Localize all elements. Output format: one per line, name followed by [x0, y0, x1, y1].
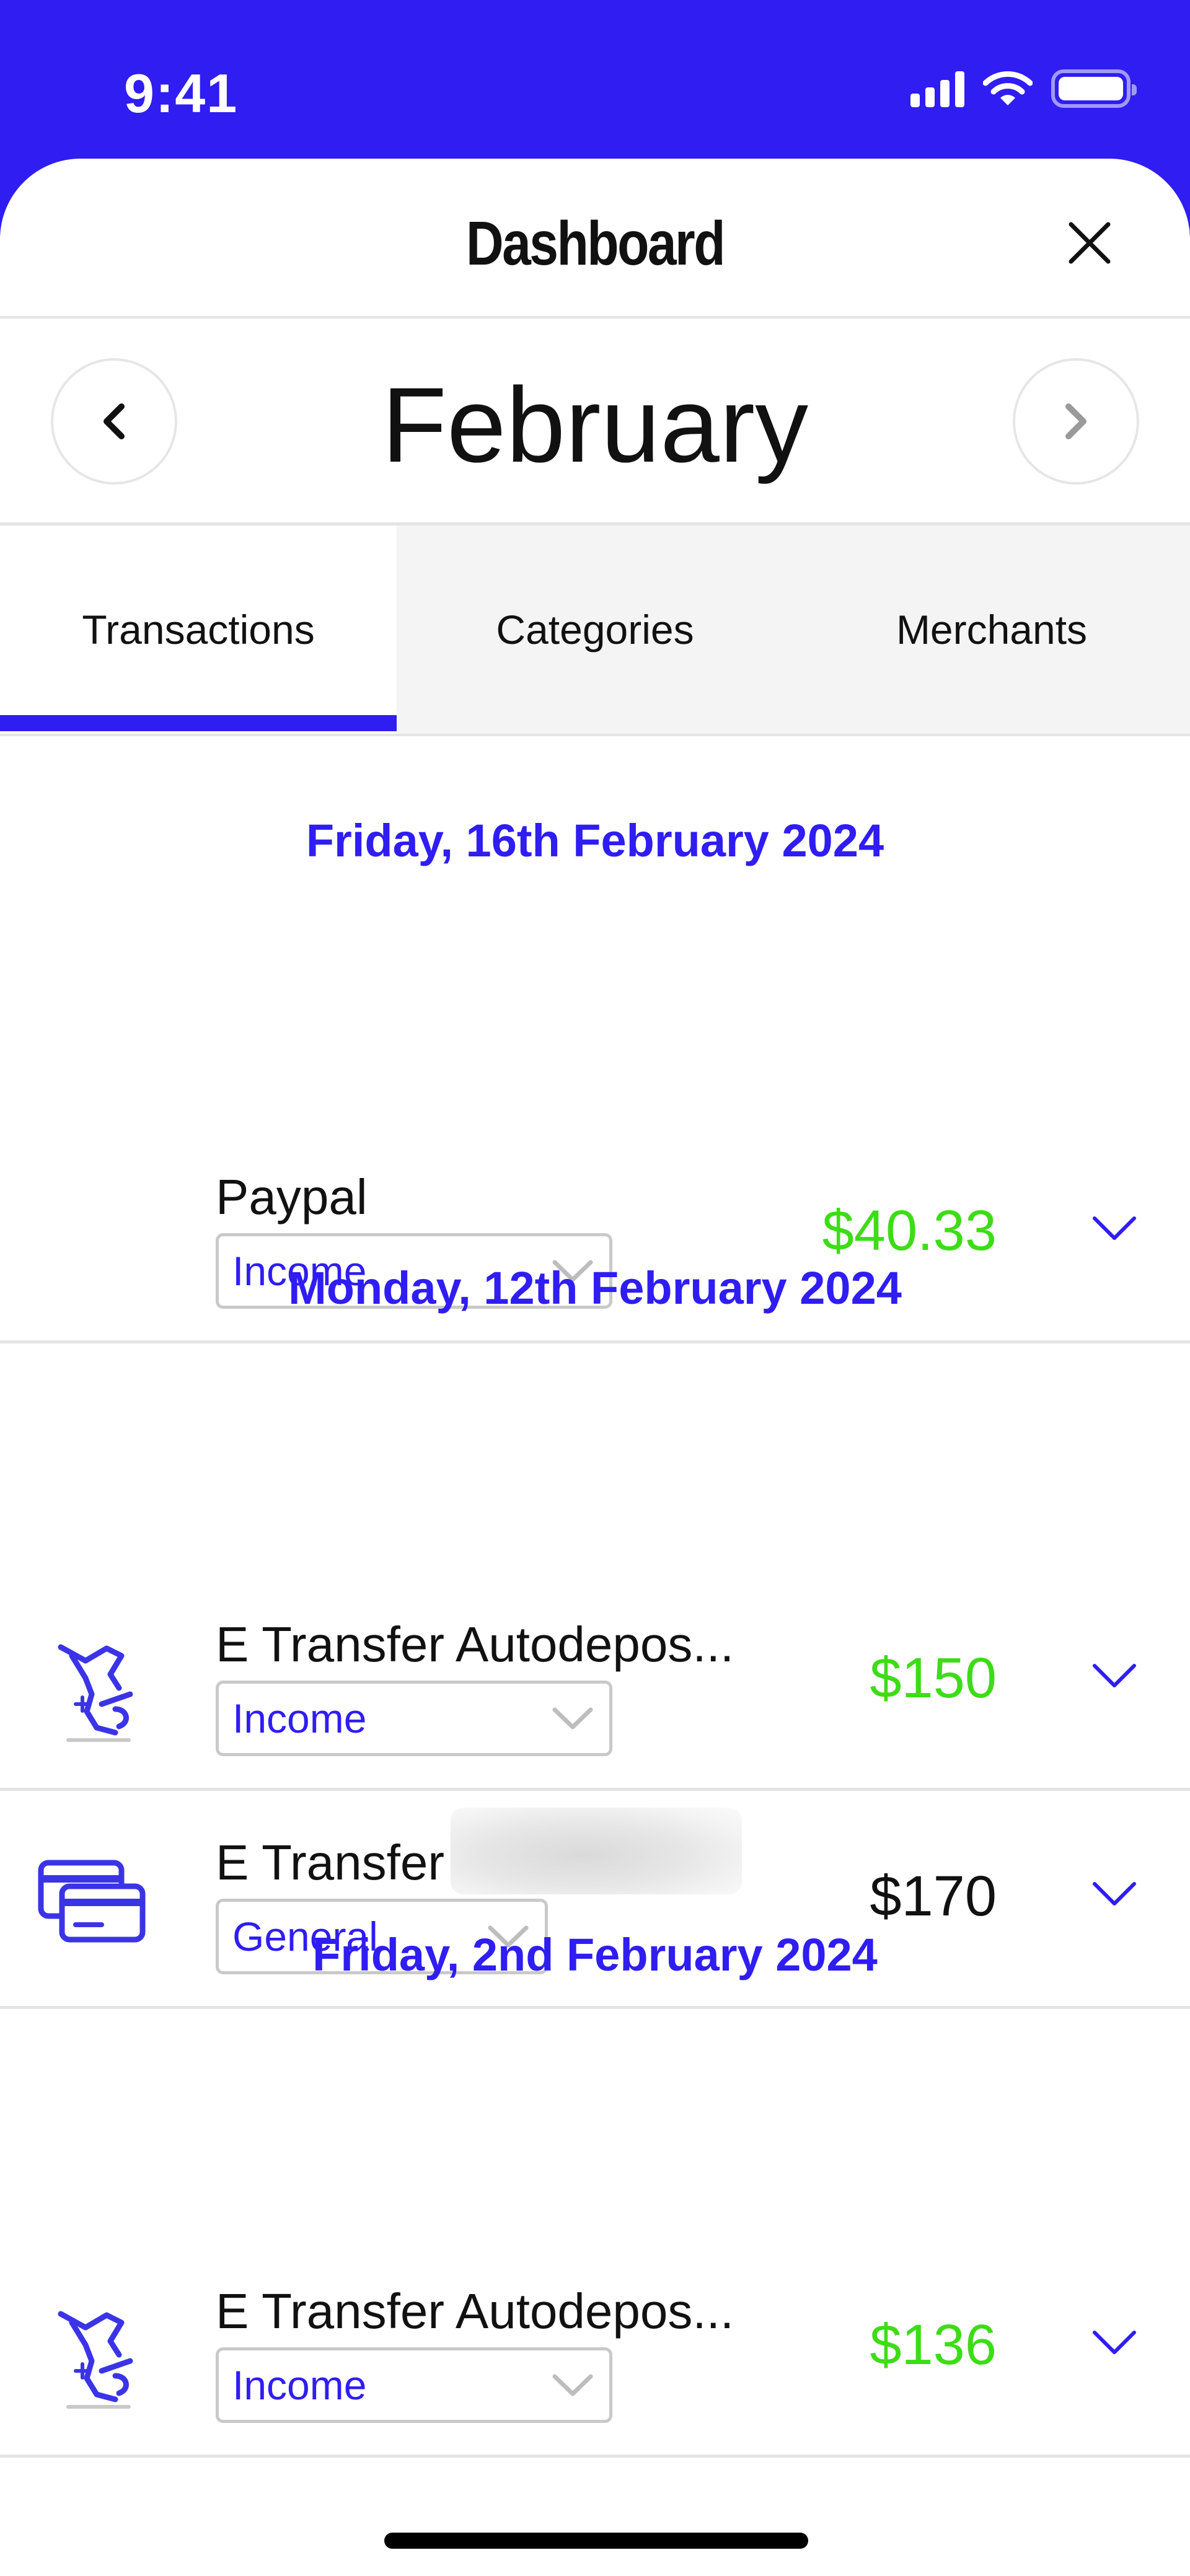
income-money-icon	[58, 1644, 133, 1742]
status-bar: 9:41	[0, 0, 1190, 159]
tab-label: Merchants	[896, 607, 1088, 653]
transaction-amount: $136	[870, 2313, 997, 2376]
tab-categories[interactable]: Categories	[397, 525, 793, 734]
tab-label: Categories	[496, 607, 694, 653]
expand-chevron-icon[interactable]	[1091, 1878, 1138, 1910]
transaction-amount: $170	[870, 1865, 997, 1928]
home-indicator[interactable]	[384, 2533, 808, 2549]
category-select[interactable]: Income	[216, 2347, 612, 2423]
merchant-name: E Transfer Autodepos...	[216, 2284, 734, 2339]
month-navigator: February	[0, 319, 1190, 525]
merchant-name: E Transfer Autodepos...	[216, 1617, 734, 1672]
category-value: Income	[232, 1695, 367, 1741]
next-month-button[interactable]	[1013, 358, 1139, 485]
status-time: 9:41	[124, 63, 239, 124]
chevron-down-icon	[552, 2374, 593, 2396]
tab-bar: Transactions Categories Merchants	[0, 525, 1190, 736]
month-label: February	[381, 366, 809, 485]
category-select[interactable]: Income	[216, 1681, 612, 1756]
chevron-down-icon	[552, 1707, 593, 1730]
tab-merchants[interactable]: Merchants	[793, 525, 1190, 734]
status-icons	[910, 69, 1137, 108]
transaction-row[interactable]: E Transfer Autodepos... Income $150	[0, 1573, 1190, 1791]
category-value: Income	[232, 2362, 367, 2408]
transaction-row[interactable]: E Transfer Autodepos... Income $136	[0, 2240, 1190, 2458]
close-icon[interactable]	[1060, 213, 1119, 273]
expand-chevron-icon[interactable]	[1091, 2326, 1138, 2358]
page-title: Dashboard	[465, 209, 726, 278]
date-header: Friday, 16th February 2024	[306, 815, 884, 866]
active-tab-indicator	[0, 715, 397, 731]
date-header: Monday, 12th February 2024	[288, 1262, 902, 1314]
merchant-name: Paypal	[216, 1169, 368, 1224]
date-header: Friday, 2nd February 2024	[312, 1929, 878, 1980]
expand-chevron-icon[interactable]	[1091, 1659, 1138, 1692]
cellular-signal-icon	[910, 70, 964, 107]
chevron-right-icon	[1065, 403, 1086, 439]
sheet-header: Dashboard	[0, 159, 1190, 319]
expand-chevron-icon[interactable]	[1091, 1212, 1138, 1244]
redacted-area	[451, 1807, 743, 1894]
transaction-amount: $40.33	[822, 1199, 997, 1262]
merchant-name: E Transfer	[216, 1807, 743, 1894]
transaction-amount: $150	[870, 1646, 997, 1710]
wifi-icon	[983, 71, 1033, 105]
tab-label: Transactions	[82, 607, 315, 653]
dashboard-sheet: Dashboard February Transactions Categori…	[0, 159, 1190, 2576]
merchant-name-text: E Transfer	[216, 1835, 445, 1890]
tab-transactions[interactable]: Transactions	[0, 525, 397, 734]
battery-icon	[1051, 69, 1137, 108]
income-money-icon	[58, 2311, 133, 2409]
